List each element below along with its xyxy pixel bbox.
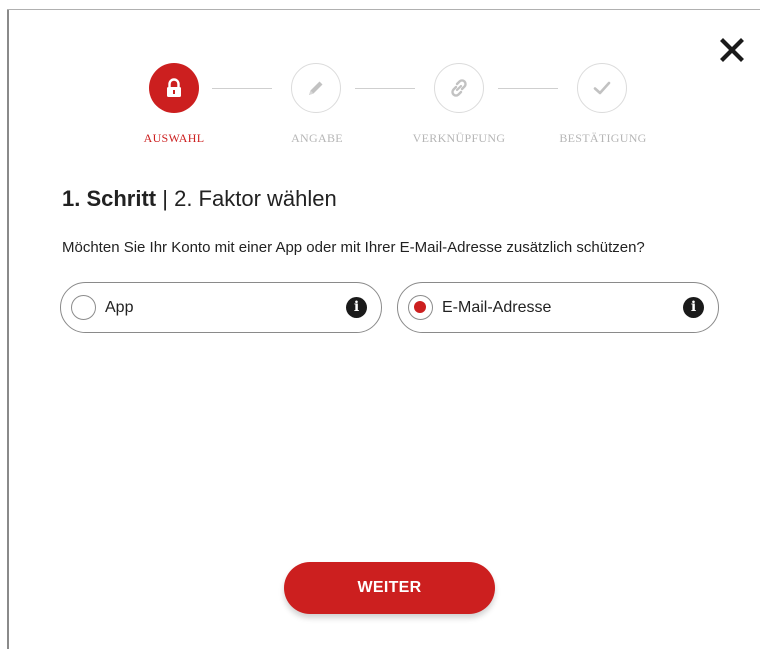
stepper-connector [355,88,415,89]
step-angabe [291,63,341,113]
step-number: 1. Schritt [62,186,157,211]
step-auswahl [149,63,199,113]
close-button[interactable] [718,36,746,64]
option-email[interactable]: E-Mail-Adresse i [397,282,719,333]
stepper-connector [498,88,558,89]
page-title: 1. Schritt | 2. Faktor wählen [62,186,337,212]
dialog-top-border [7,9,760,10]
close-icon [720,38,744,62]
link-icon [451,79,467,97]
step-label-bestaetigung: BESTÄTIGUNG [559,131,647,145]
info-icon[interactable]: i [346,297,367,318]
two-factor-dialog: AUSWAHL ANGABE VERKNÜPFUNG BESTÄTIGUNG 1… [0,0,760,649]
step-bestaetigung [577,63,627,113]
step-label-angabe: ANGABE [291,131,343,145]
info-icon[interactable]: i [683,297,704,318]
title-separator: | [156,186,175,211]
stepper-connector [212,88,272,89]
option-label-email: E-Mail-Adresse [442,299,552,316]
pencil-icon [309,81,323,95]
option-app[interactable]: App i [60,282,382,333]
step-label-auswahl: AUSWAHL [143,131,205,145]
check-icon [593,81,611,95]
step-verknuepfung [434,63,484,113]
radio-email[interactable] [408,295,433,320]
radio-selected-dot [414,301,426,313]
option-label-app: App [105,299,134,316]
lock-icon [167,78,181,97]
title-text: 2. Faktor wählen [174,186,337,211]
question-text: Möchten Sie Ihr Konto mit einer App oder… [62,239,645,256]
continue-button[interactable]: WEITER [284,562,495,614]
dialog-left-border [7,10,9,649]
radio-app[interactable] [71,295,96,320]
step-label-verknuepfung: VERKNÜPFUNG [412,131,506,145]
